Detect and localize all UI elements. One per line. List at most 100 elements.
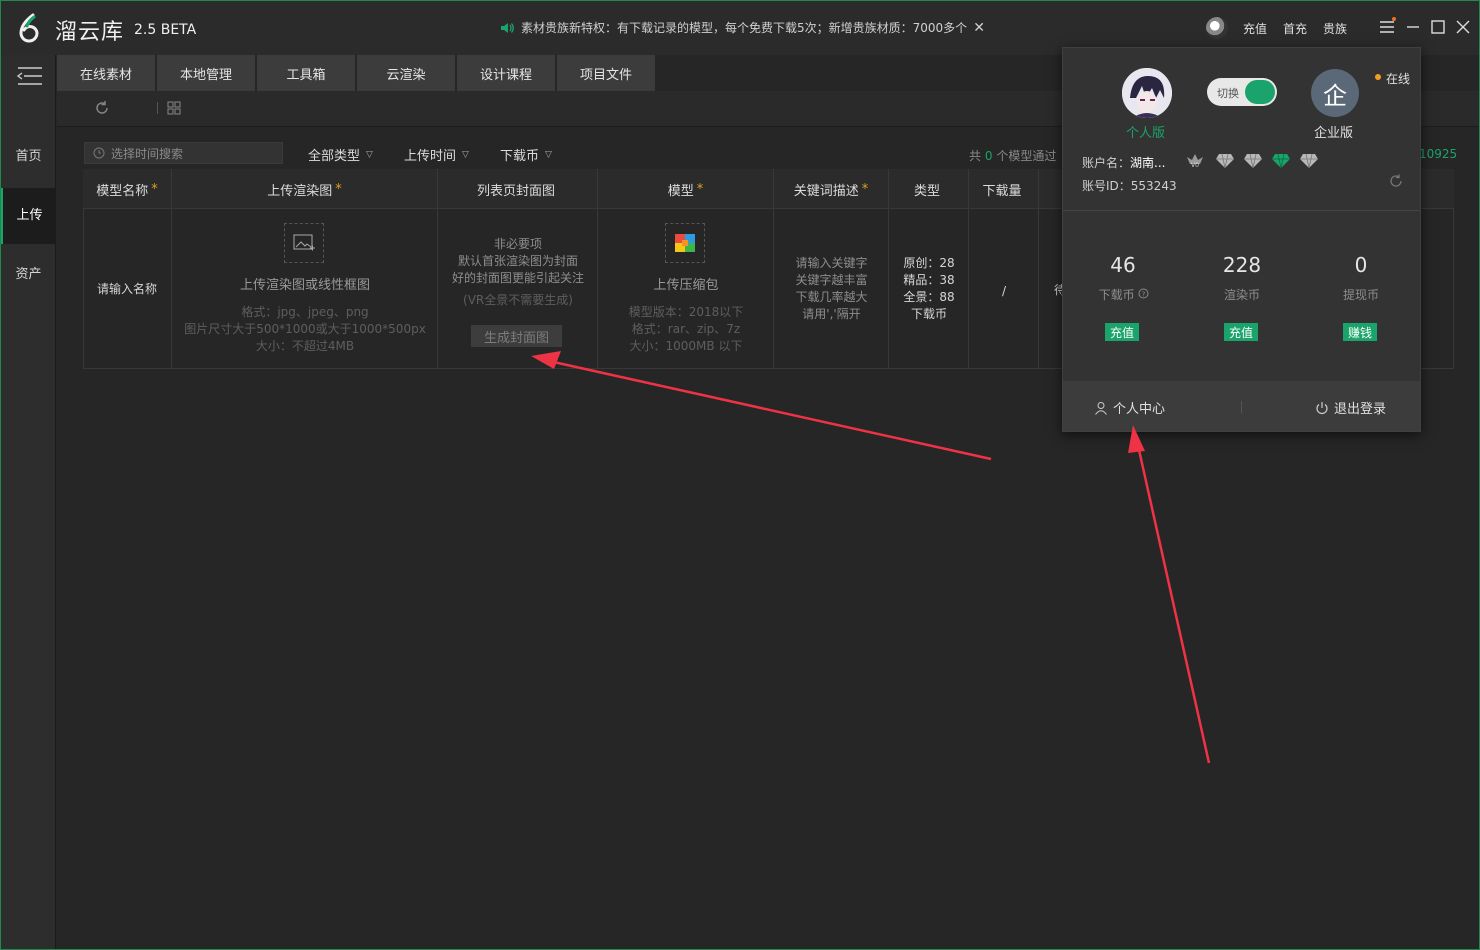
type-original[interactable]: 原创：28 (889, 255, 969, 272)
help-icon[interactable]: ? (1138, 288, 1149, 299)
toolbar-divider (157, 102, 158, 114)
user-icon (1095, 401, 1107, 415)
cover-desc-1: 默认首张渲染图为封面 (457, 254, 578, 268)
sidebar-item-assets[interactable]: 资产 (1, 247, 56, 303)
close-icon[interactable] (1453, 17, 1473, 37)
tab-project-files[interactable]: 项目文件 (557, 55, 655, 91)
type-filter-dropdown[interactable]: 全部类型 ▽ (308, 145, 373, 164)
cover-optional: 非必要项 (493, 237, 542, 251)
switch-knob (1245, 80, 1275, 104)
render-format: 格式：jpg、jpeg、png (241, 305, 369, 319)
model-name-input[interactable]: 请输入名称 (87, 281, 167, 298)
menu-icon[interactable] (1377, 17, 1397, 37)
account-name: 账户名：湖南... (1082, 154, 1165, 171)
approved-count: 共 0 个模型通过 (969, 147, 1056, 164)
popup-divider (1063, 210, 1420, 211)
chevron-down-icon: ▽ (366, 149, 373, 160)
keyword-hint-2: 关键字越丰富 (795, 273, 868, 287)
image-upload-icon (293, 234, 315, 251)
chevron-down-icon: ▽ (545, 149, 552, 160)
type-premium[interactable]: 精品：38 (889, 272, 969, 289)
first-recharge-link[interactable]: 首充 (1283, 20, 1307, 37)
tab-local-management[interactable]: 本地管理 (157, 55, 255, 91)
header-render-image: 上传渲染图 * (172, 169, 438, 209)
tab-online-materials[interactable]: 在线素材 (57, 55, 155, 91)
personal-edition-label[interactable]: 个人版 (1126, 122, 1165, 141)
chevron-down-icon: ▽ (462, 149, 469, 160)
cover-desc-2: 好的封面图更能引起关注 (451, 271, 584, 285)
count-value: 0 (984, 149, 993, 163)
refresh-icon[interactable] (93, 99, 111, 117)
model-upload-box[interactable] (665, 223, 705, 263)
model-size: 大小：1000MB 以下 (629, 339, 743, 353)
model-upload-title: 上传压缩包 (653, 278, 719, 293)
user-avatar[interactable] (1206, 17, 1228, 39)
type-coins: 下载币 (910, 307, 947, 321)
online-status-dot (1375, 74, 1381, 80)
keyword-hint-1[interactable]: 请输入关键字 (774, 255, 889, 272)
enterprise-icon[interactable]: 企 (1311, 69, 1359, 117)
account-id: 账号ID：553243 (1082, 179, 1177, 193)
coins-filter[interactable]: 下载币 ▽ (500, 145, 552, 164)
hamburger-icon[interactable] (17, 65, 43, 87)
diamond-badge-icon[interactable] (1271, 151, 1291, 169)
model-format: 格式：rar、zip、7z (631, 322, 741, 336)
header-downloads: 下载量 (969, 169, 1039, 209)
keyword-hint-4: 请用','隔开 (802, 307, 861, 321)
download-coins-label: 下载币 ? (1089, 286, 1159, 303)
online-status: 在线 (1386, 72, 1411, 86)
grid-view-icon[interactable] (166, 100, 182, 116)
arrow-to-cover-button (548, 359, 992, 461)
speaker-icon (501, 22, 514, 33)
earn-money-button[interactable]: 赚钱 (1343, 323, 1378, 341)
header-model: 模型 * (598, 169, 774, 209)
recharge-download-coins-button[interactable]: 充值 (1105, 323, 1140, 341)
logo-icon (19, 13, 39, 43)
logout-link[interactable]: 退出登录 (1315, 398, 1386, 417)
enterprise-edition-label[interactable]: 企业版 (1314, 122, 1353, 141)
logout-label: 退出登录 (1334, 402, 1387, 417)
personal-avatar[interactable] (1122, 68, 1172, 118)
recharge-render-coins-button[interactable]: 充值 (1224, 323, 1259, 341)
type-panorama[interactable]: 全景：88 (889, 289, 969, 306)
sidebar-item-upload[interactable]: 上传 (1, 188, 56, 244)
diamond-badge-icon[interactable] (1243, 151, 1263, 169)
upload-time-label: 上传时间 (404, 149, 457, 164)
header-type: 类型 (889, 169, 969, 209)
diamond-badge-icon[interactable] (1299, 151, 1319, 169)
render-coins-label: 渲染币 (1223, 288, 1260, 302)
generate-cover-button[interactable]: 生成封面图 (471, 325, 562, 347)
notice-close-button[interactable]: ✕ (973, 20, 985, 36)
search-placeholder: 选择时间搜索 (111, 146, 184, 161)
diamond-badge-icon[interactable] (1215, 151, 1235, 169)
time-search-input[interactable]: 选择时间搜索 (84, 142, 283, 164)
clock-icon (93, 147, 105, 159)
tab-cloud-render[interactable]: 云渲染 (357, 55, 455, 91)
arrow-to-personal-center (1135, 440, 1211, 764)
sidebar-item-home[interactable]: 首页 (1, 129, 56, 185)
svg-text:?: ? (1142, 290, 1146, 298)
maximize-icon[interactable] (1428, 17, 1448, 37)
render-upload-title: 上传渲染图或线性框图 (239, 278, 370, 293)
minimize-icon[interactable] (1403, 17, 1423, 37)
archive-icon (675, 234, 695, 252)
header-cover-image: 列表页封面图 (438, 169, 598, 209)
count-suffix: 个模型通过 (996, 149, 1057, 163)
footer-divider (1241, 401, 1242, 413)
recharge-link[interactable]: 充值 (1243, 20, 1267, 37)
app-version: 2.5 BETA (134, 22, 197, 38)
svg-text:V0: V0 (1191, 162, 1199, 169)
tab-toolbox[interactable]: 工具箱 (257, 55, 355, 91)
right-counter: 10925 (1419, 147, 1458, 161)
upload-time-filter[interactable]: 上传时间 ▽ (404, 145, 469, 164)
render-upload-box[interactable] (284, 223, 324, 263)
account-name-value: 湖南... (1130, 156, 1166, 170)
personal-center-link[interactable]: 个人中心 (1094, 398, 1165, 417)
power-icon (1316, 401, 1328, 414)
noble-link[interactable]: 贵族 (1323, 20, 1347, 37)
tab-design-courses[interactable]: 设计课程 (457, 55, 555, 91)
account-label: 账户名： (1082, 156, 1131, 170)
withdraw-coins-label: 提现币 (1342, 288, 1379, 302)
crown-badge-icon[interactable]: V0 (1185, 151, 1205, 169)
refresh-icon[interactable] (1388, 173, 1404, 189)
